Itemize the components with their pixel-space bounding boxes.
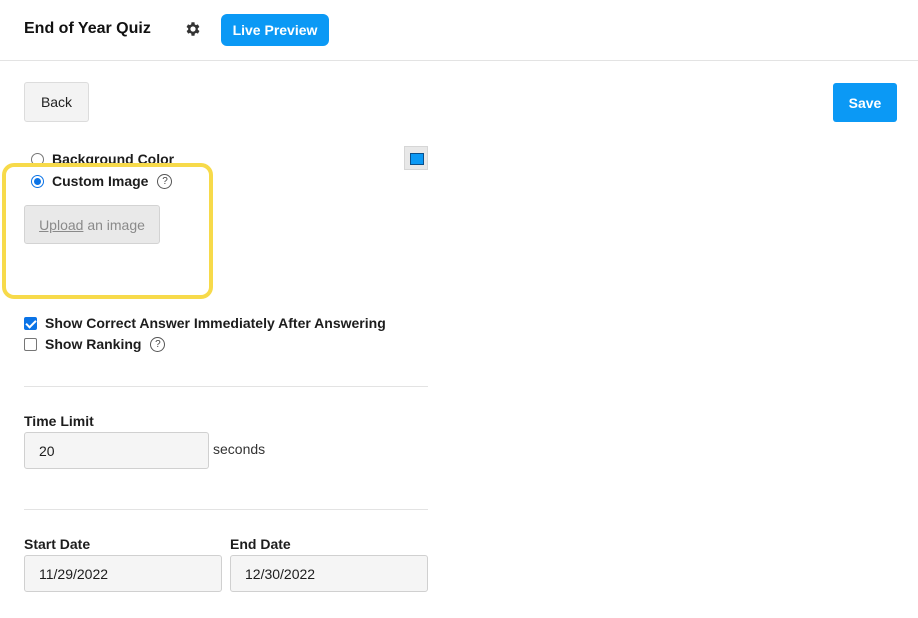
live-preview-button[interactable]: Live Preview <box>221 14 329 46</box>
time-unit-label: seconds <box>213 441 266 457</box>
show-correct-option[interactable]: Show Correct Answer Immediately After An… <box>24 314 386 332</box>
show-correct-checkbox[interactable] <box>24 316 37 330</box>
show-ranking-option[interactable]: Show Ranking ? <box>24 335 166 353</box>
top-bar: End of Year Quiz Live Preview <box>0 0 918 61</box>
help-icon[interactable]: ? <box>150 336 166 352</box>
page-title: End of Year Quiz <box>24 20 151 37</box>
custom-image-label: Custom Image <box>52 173 149 189</box>
end-date-input[interactable] <box>230 555 428 592</box>
section-divider <box>24 386 428 387</box>
upload-image-button[interactable]: Upload an image <box>24 205 160 244</box>
upload-text: an image <box>83 216 145 233</box>
show-ranking-label: Show Ranking <box>45 336 142 352</box>
custom-image-option[interactable]: Custom Image ? <box>31 172 177 190</box>
start-date-label: Start Date <box>24 536 91 552</box>
show-correct-label: Show Correct Answer Immediately After An… <box>45 315 386 331</box>
show-ranking-checkbox[interactable] <box>24 337 37 351</box>
time-limit-label: Time Limit <box>24 413 94 429</box>
save-button[interactable]: Save <box>833 83 897 122</box>
section-divider <box>24 509 428 510</box>
back-button[interactable]: Back <box>24 82 89 122</box>
time-limit-input[interactable] <box>24 432 209 469</box>
upload-link: Upload <box>39 216 84 233</box>
gear-icon[interactable] <box>184 20 202 38</box>
end-date-label: End Date <box>230 536 291 552</box>
color-swatch-fill <box>410 153 424 165</box>
custom-image-radio[interactable] <box>31 174 44 188</box>
color-swatch[interactable] <box>404 146 428 170</box>
help-icon[interactable]: ? <box>157 173 173 189</box>
start-date-input[interactable] <box>24 555 222 592</box>
